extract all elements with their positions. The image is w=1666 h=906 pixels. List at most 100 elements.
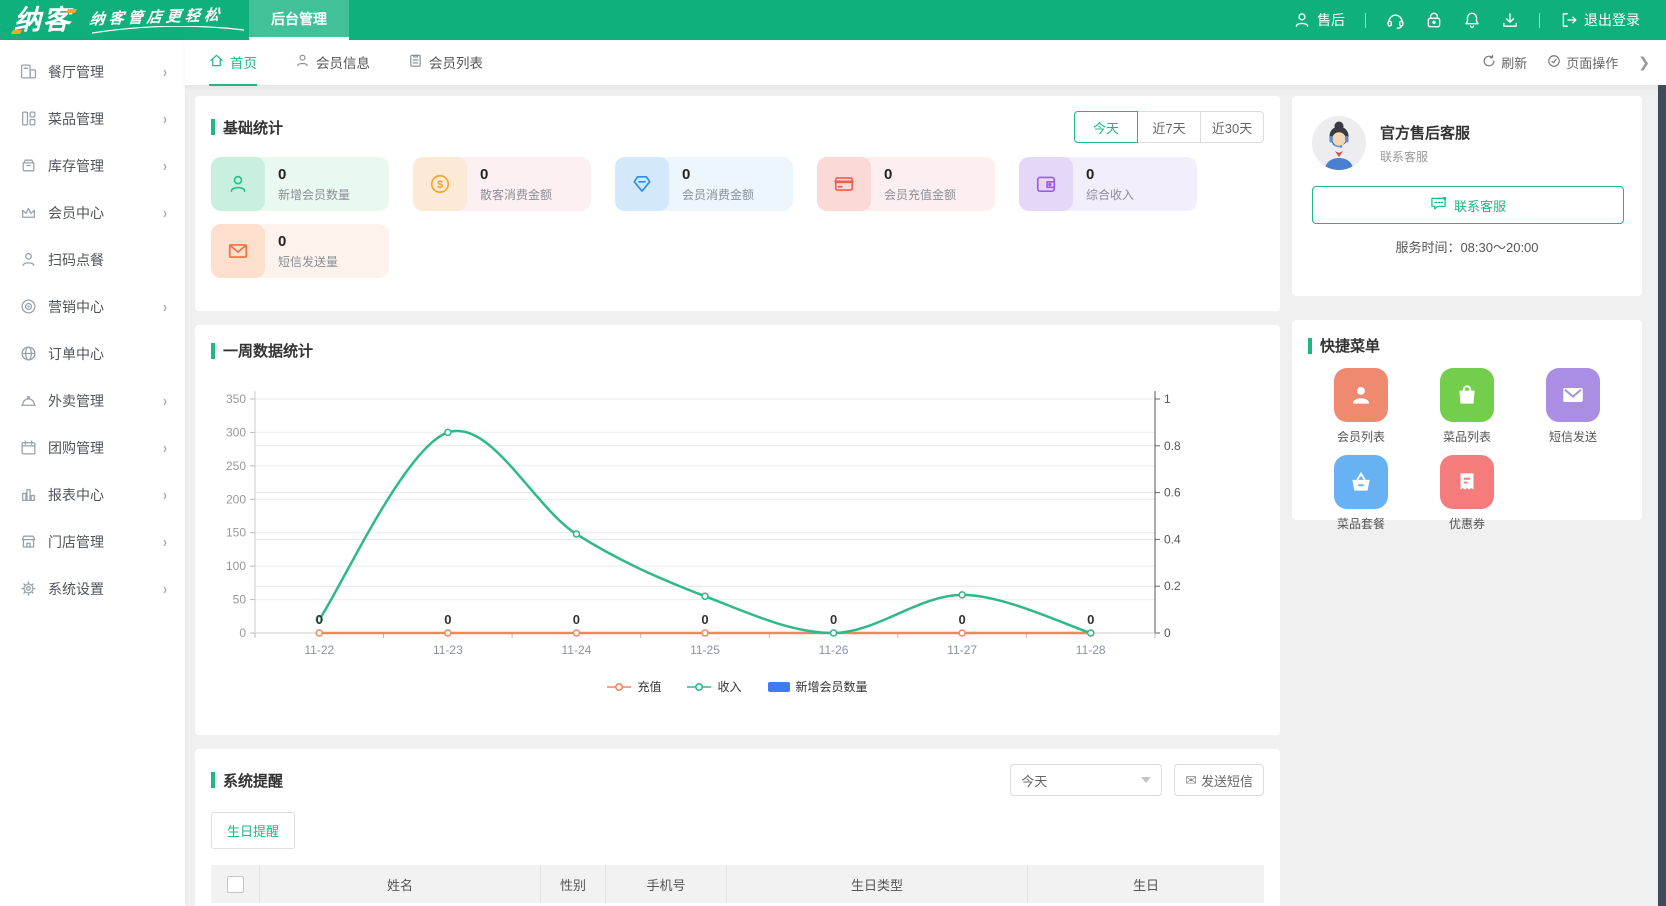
content-area: 基础统计 今天 近7天 近30天 <box>185 86 1666 906</box>
system-reminder-panel: 系统提醒 今天 ✉ 发送短信 <box>195 749 1280 906</box>
stat-card-sms-sent: 0短信发送量 <box>211 224 389 278</box>
svg-text:0.4: 0.4 <box>1164 532 1181 546</box>
home-icon <box>209 53 224 71</box>
svg-text:0.2: 0.2 <box>1164 579 1181 593</box>
brand-tagline: 纳客管店更轻松 <box>90 6 223 35</box>
chevron-right-icon: › <box>163 391 167 409</box>
vertical-scrollbar[interactable] <box>1658 85 1666 906</box>
stats-range-filter: 今天 近7天 近30天 <box>1074 111 1264 143</box>
aftersale-button[interactable]: 售后 <box>1293 10 1345 30</box>
notifications-button[interactable] <box>1463 11 1481 29</box>
svg-text:200: 200 <box>226 492 246 506</box>
legend-recharge[interactable]: 充值 <box>607 678 661 695</box>
quick-coupon[interactable]: 优惠券 <box>1440 455 1494 532</box>
chevron-right-icon[interactable]: ❯ <box>1638 54 1650 71</box>
sidebar-item-inventory[interactable]: 库存管理› <box>0 142 185 189</box>
col-birthday: 生日 <box>1028 865 1264 903</box>
title-bar <box>211 772 215 788</box>
sidebar-item-stores[interactable]: 门店管理› <box>0 518 185 565</box>
svg-text:0.6: 0.6 <box>1164 486 1181 500</box>
svg-text:0: 0 <box>701 612 708 627</box>
tab-member-list[interactable]: 会员列表 <box>408 39 483 86</box>
download-button[interactable] <box>1501 11 1519 29</box>
nav-tab-admin[interactable]: 后台管理 <box>249 0 349 40</box>
divider <box>1365 13 1366 28</box>
customer-service-panel: 官方售后客服 联系客服 联系客服 服务时间：08:30～20:00 <box>1292 96 1642 296</box>
service-title: 官方售后客服 <box>1380 122 1470 143</box>
filter-7days[interactable]: 近7天 <box>1137 111 1201 143</box>
envelope-icon <box>1546 368 1600 422</box>
contact-service-button[interactable]: 联系客服 <box>1312 186 1624 224</box>
filter-30days[interactable]: 近30天 <box>1200 111 1264 143</box>
col-gender: 性别 <box>541 865 606 903</box>
chevron-right-icon: › <box>163 438 167 456</box>
target-icon <box>20 298 37 315</box>
weekly-stats-panel: 一周数据统计 00.20.40.60.810501001502002503003… <box>195 325 1280 735</box>
quick-sms-send[interactable]: 短信发送 <box>1546 368 1600 445</box>
filter-today[interactable]: 今天 <box>1074 111 1138 143</box>
sidebar-item-dishes[interactable]: 菜品管理› <box>0 95 185 142</box>
sidebar-item-members[interactable]: 会员中心› <box>0 189 185 236</box>
bankcard-icon <box>817 157 871 211</box>
legend-new-members[interactable]: 新增会员数量 <box>768 678 868 695</box>
bell-icon <box>1463 11 1481 29</box>
tagline-underline <box>90 26 246 35</box>
legend-income[interactable]: 收入 <box>687 678 741 695</box>
logo-text: 纳客 <box>14 1 72 39</box>
stat-card-walkin-spend: $ 0散客消费金额 <box>413 157 591 211</box>
send-sms-button[interactable]: ✉ 发送短信 <box>1174 764 1264 796</box>
top-header: 纳客 纳客管店更轻松 后台管理 售后 <box>0 0 1666 40</box>
weekly-chart-title: 一周数据统计 <box>223 340 313 361</box>
restaurant-icon <box>20 63 37 80</box>
chevron-right-icon: › <box>163 62 167 80</box>
chat-icon <box>1430 196 1447 214</box>
chevron-right-icon: › <box>163 156 167 174</box>
stat-card-new-members: 0新增会员数量 <box>211 157 389 211</box>
quick-dish-list[interactable]: 菜品列表 <box>1440 368 1494 445</box>
header-actions: 售后 <box>1293 10 1666 30</box>
birthday-table: 姓名 性别 手机号 生日类型 生日 无数据 <box>211 865 1264 906</box>
svg-text:0.8: 0.8 <box>1164 439 1181 453</box>
bar-chart-icon <box>20 486 37 503</box>
dishes-icon <box>20 110 37 127</box>
quick-member-list[interactable]: 会员列表 <box>1334 368 1388 445</box>
quick-dish-combo[interactable]: 菜品套餐 <box>1334 455 1388 532</box>
service-agent-avatar <box>1312 116 1366 170</box>
title-bar <box>211 343 215 359</box>
person-icon <box>20 251 37 268</box>
svg-text:250: 250 <box>226 459 246 473</box>
tab-member-info[interactable]: 会员信息 <box>295 39 370 86</box>
coin-icon: $ <box>413 157 467 211</box>
download-icon <box>1501 11 1519 29</box>
birthday-reminder-tab[interactable]: 生日提醒 <box>211 812 295 849</box>
chart-legend: 充值 收入 新增会员数量 <box>211 678 1264 695</box>
sidebar-item-settings[interactable]: 系统设置› <box>0 565 185 612</box>
sidebar: 餐厅管理› 菜品管理› 库存管理› 会员中心› 扫码点餐 营销中心› <box>0 40 185 906</box>
chevron-right-icon: › <box>163 109 167 127</box>
sidebar-item-takeout[interactable]: 外卖管理› <box>0 377 185 424</box>
user-icon <box>295 53 310 71</box>
refresh-button[interactable]: 刷新 <box>1482 53 1527 72</box>
diamond-icon <box>615 157 669 211</box>
sidebar-item-scan-order[interactable]: 扫码点餐 <box>0 236 185 283</box>
sidebar-item-restaurant[interactable]: 餐厅管理› <box>0 48 185 95</box>
sidebar-item-marketing[interactable]: 营销中心› <box>0 283 185 330</box>
page-ops-button[interactable]: 页面操作 <box>1547 53 1618 72</box>
svg-text:1: 1 <box>1164 392 1171 406</box>
logout-button[interactable]: 退出登录 <box>1560 10 1640 30</box>
chevron-right-icon: › <box>163 485 167 503</box>
support-headset-button[interactable] <box>1386 11 1405 30</box>
sidebar-item-orders[interactable]: 订单中心 <box>0 330 185 377</box>
sidebar-item-groupbuy[interactable]: 团购管理› <box>0 424 185 471</box>
svg-text:0: 0 <box>830 612 837 627</box>
svg-text:0: 0 <box>959 612 966 627</box>
coupon-icon <box>1440 455 1494 509</box>
tab-home[interactable]: 首页 <box>209 39 257 86</box>
sidebar-item-reports[interactable]: 报表中心› <box>0 471 185 518</box>
stat-card-total-income: 0综合收入 <box>1019 157 1197 211</box>
reminder-range-select[interactable]: 今天 <box>1010 764 1162 796</box>
lock-screen-button[interactable] <box>1425 11 1443 29</box>
svg-text:0: 0 <box>573 612 580 627</box>
service-subtitle: 联系客服 <box>1380 148 1470 165</box>
select-all-checkbox[interactable] <box>227 876 244 893</box>
